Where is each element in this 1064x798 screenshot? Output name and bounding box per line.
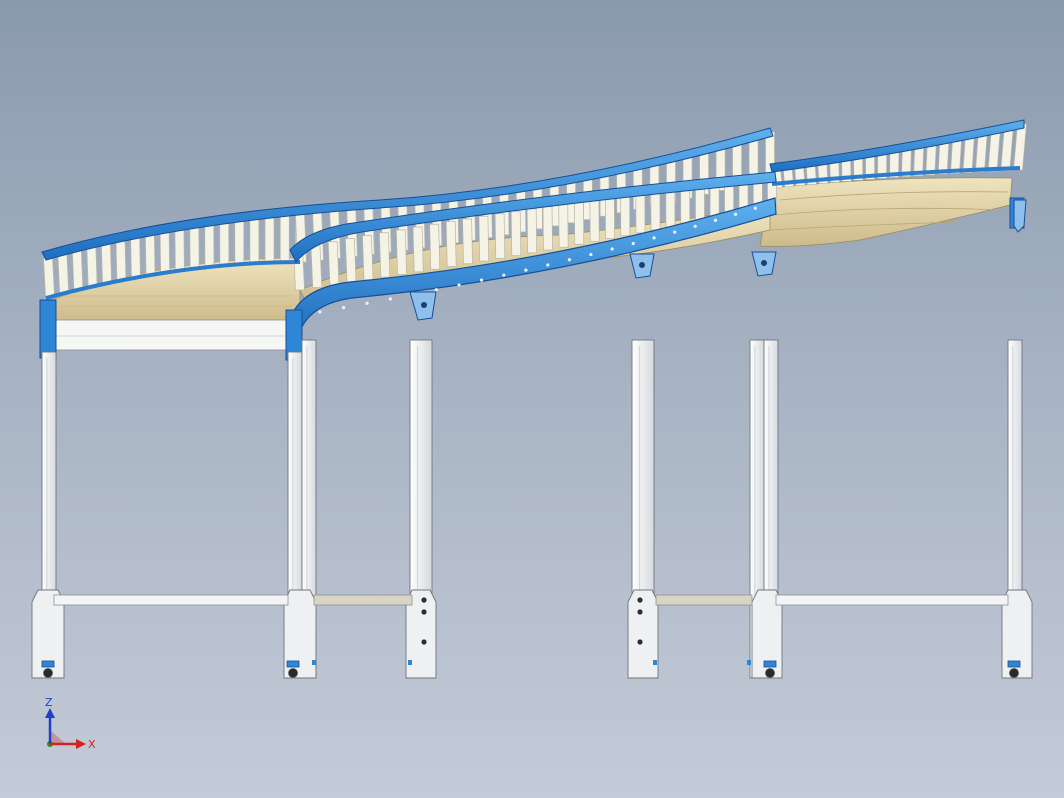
rail-hole — [388, 297, 392, 301]
conveyor-model[interactable] — [0, 0, 1064, 798]
rail-hole — [610, 247, 614, 251]
x-axis-label: X — [88, 738, 96, 751]
guard-roller — [542, 206, 553, 251]
guard-roller — [159, 229, 171, 274]
rail-hole — [673, 230, 677, 234]
guard-roller — [279, 214, 290, 263]
bolt — [421, 639, 427, 645]
guard-roller — [695, 185, 705, 222]
guard-roller — [950, 137, 962, 174]
caster-wheels — [41, 660, 1021, 678]
leveling-foot — [653, 660, 657, 665]
guard-roller — [680, 187, 691, 225]
guard-roller — [144, 232, 156, 277]
caster-mount — [286, 660, 300, 668]
support-legs — [31, 339, 1033, 679]
guard-roller — [379, 232, 391, 278]
caster-wheel — [765, 668, 775, 678]
rail-hole — [318, 310, 322, 314]
rail-hole — [733, 212, 738, 216]
rail-hole — [753, 206, 757, 210]
guard-roller — [494, 213, 506, 259]
guard-roller — [189, 224, 200, 271]
caster-wheel — [288, 668, 298, 678]
guard-roller — [987, 129, 1001, 172]
guard-roller — [249, 217, 260, 265]
guard-roller — [43, 257, 55, 297]
guard-roller — [589, 199, 600, 242]
rail-hole — [567, 258, 572, 262]
guard-roller — [620, 195, 631, 237]
guard-roller — [462, 218, 473, 265]
guard-roller — [510, 210, 522, 256]
orientation-triad: Z X — [45, 696, 96, 751]
guard-roller — [264, 215, 275, 264]
rail-hole — [457, 283, 461, 287]
bolt — [421, 597, 427, 603]
guard-roller — [975, 132, 988, 173]
guard-roller — [604, 197, 615, 240]
cross-bars — [53, 594, 1009, 606]
rail-hole — [713, 218, 718, 222]
guard-roller — [71, 249, 84, 290]
guard-roller — [574, 201, 585, 245]
guard-roller — [115, 238, 127, 281]
guard-roller — [962, 135, 975, 173]
guard-roller — [57, 253, 70, 293]
3d-viewport[interactable]: Z X — [0, 0, 1064, 798]
rail-hole — [365, 301, 369, 305]
caster-wheel — [1009, 668, 1019, 678]
rail-hole — [589, 252, 593, 257]
rail-hole — [479, 278, 484, 282]
bolt — [421, 609, 427, 615]
guard-roller — [429, 223, 441, 270]
guard-roller — [174, 227, 185, 272]
guard-roller — [234, 218, 245, 266]
guard-roller — [635, 193, 646, 234]
guard-roller — [86, 245, 98, 287]
guard-roller — [665, 189, 676, 228]
guard-roller — [478, 215, 490, 262]
guard-roller — [219, 220, 230, 267]
guard-roller — [345, 238, 357, 283]
guard-roller — [558, 203, 569, 248]
bolt — [637, 597, 643, 603]
caster-mount — [41, 660, 55, 668]
guard-roller — [650, 191, 661, 231]
guard-roller — [937, 140, 950, 175]
rail-hole — [341, 306, 346, 310]
guard-roller — [395, 229, 407, 275]
guard-roller — [709, 183, 720, 219]
guard-roller — [130, 235, 141, 279]
guard-roller — [412, 226, 424, 273]
guard-roller — [327, 241, 340, 286]
guard-roller — [310, 244, 323, 288]
leveling-foot — [408, 660, 412, 665]
rail-hole — [652, 236, 656, 240]
guard-roller — [204, 222, 215, 269]
rail-hole — [434, 288, 438, 292]
rail-hole — [502, 273, 506, 277]
guard-roller — [100, 242, 112, 284]
z-axis-label: Z — [45, 696, 53, 709]
caster-wheel — [43, 668, 53, 678]
right-roller-deck — [759, 177, 1013, 247]
rail-hole — [524, 268, 528, 272]
guard-roller — [1000, 126, 1014, 171]
guard-roller — [526, 208, 538, 254]
leveling-foot — [747, 660, 751, 665]
rail-hole — [546, 263, 550, 267]
leveling-foot — [312, 660, 316, 665]
bolt — [637, 609, 643, 615]
guard-roller — [445, 221, 457, 267]
guard-roller — [1013, 123, 1027, 171]
caster-mount — [1007, 660, 1021, 668]
rail-hole — [631, 241, 635, 246]
bolt — [637, 639, 643, 645]
guard-roller — [362, 235, 374, 281]
rail-hole — [693, 224, 697, 228]
caster-mount — [763, 660, 777, 668]
